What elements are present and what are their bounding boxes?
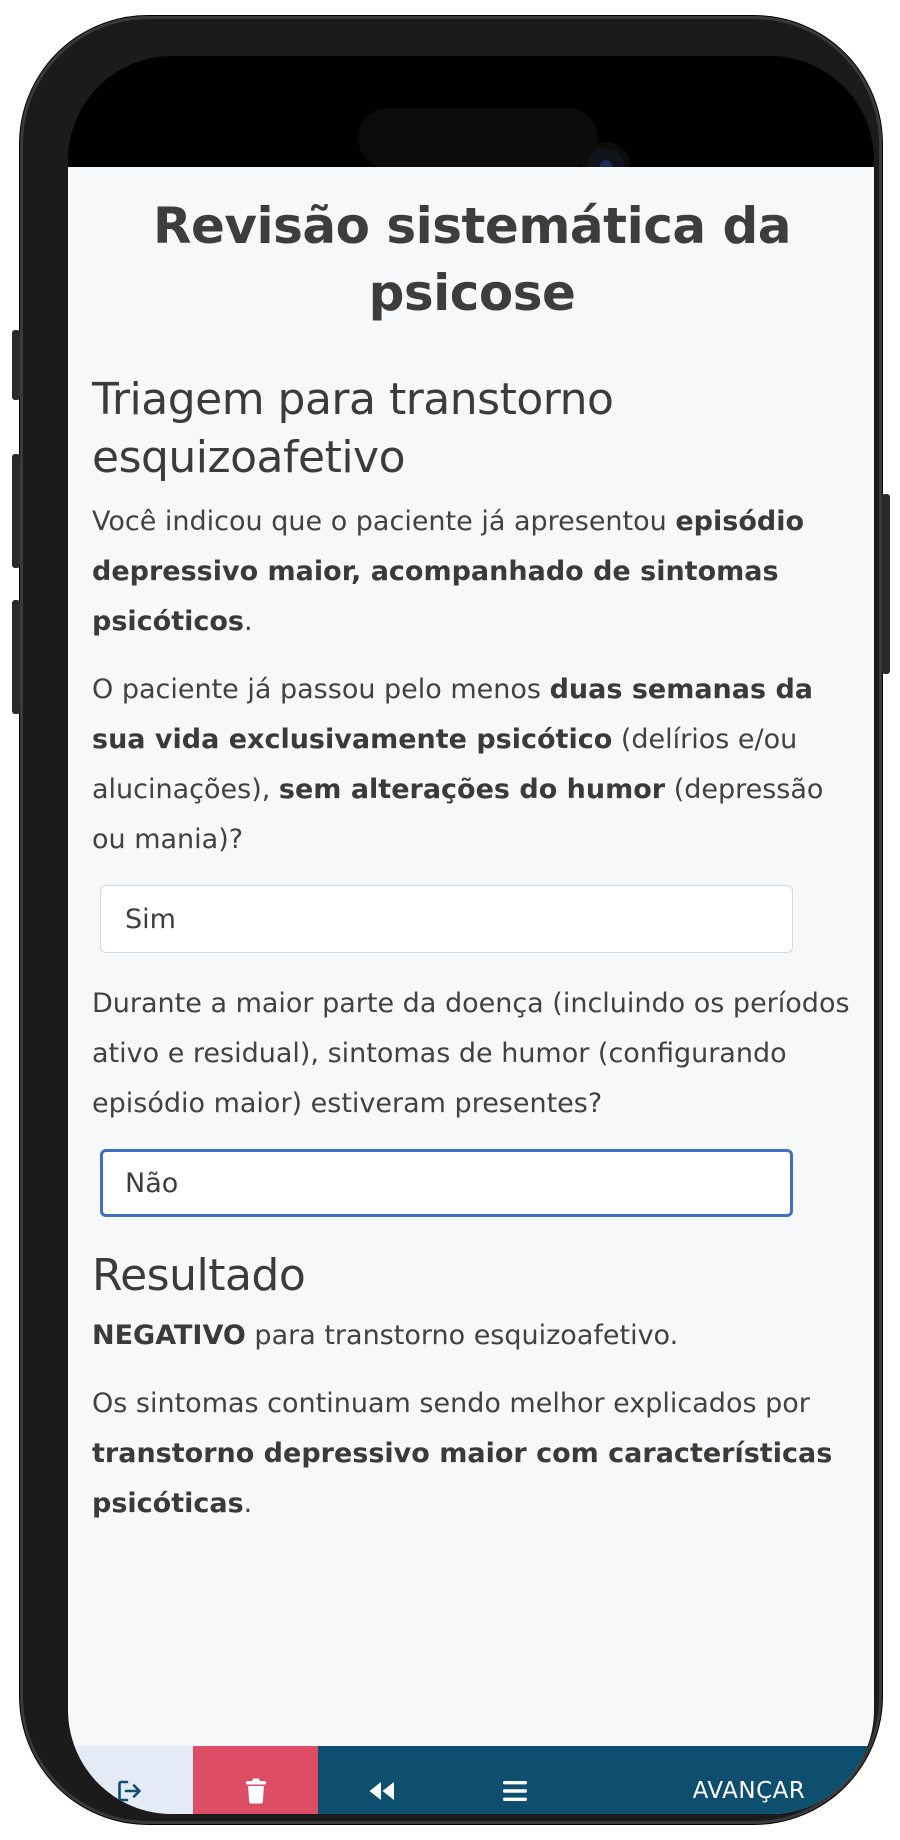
question-1-select[interactable]: Sim: [100, 885, 793, 953]
menu-button[interactable]: [446, 1746, 584, 1814]
trash-icon: [245, 1778, 266, 1803]
content: Revisão sistemática da psicose Triagem p…: [68, 167, 874, 1529]
result-summary: NEGATIVO para transtorno esquizoafetivo.: [92, 1311, 852, 1361]
page-title: Revisão sistemática da psicose: [152, 197, 792, 322]
rewind-icon: [369, 1781, 394, 1800]
question-1-part: O paciente já passou pelo menos: [92, 674, 550, 705]
back-button[interactable]: [318, 1746, 446, 1814]
question-1-bold: sem alterações do humor: [278, 774, 666, 805]
result-explanation: Os sintomas continuam sendo melhor expli…: [92, 1379, 852, 1529]
side-button-volume-down: [12, 600, 20, 714]
result-status: NEGATIVO: [92, 1320, 246, 1351]
exit-icon: [117, 1780, 141, 1801]
result-explanation-part: .: [243, 1488, 253, 1519]
result-summary-part: para transtorno esquizoafetivo.: [245, 1320, 679, 1351]
side-button-power: [882, 494, 890, 674]
dynamic-island: [358, 108, 598, 168]
result-explanation-part: Os sintomas continuam sendo melhor expli…: [92, 1388, 810, 1419]
section-title: Triagem para transtorno esquizoafetivo: [92, 374, 614, 483]
question-2-text: Durante a maior parte da doença (incluin…: [92, 988, 850, 1119]
side-button-silent: [12, 330, 20, 400]
app-view: Revisão sistemática da psicose Triagem p…: [68, 167, 874, 1814]
phone-frame: Revisão sistemática da psicose Triagem p…: [12, 16, 890, 1824]
intro-text-part: .: [244, 606, 253, 637]
question-2-selected-value: Não: [125, 1167, 179, 1199]
question-2-select[interactable]: Não: [100, 1149, 793, 1217]
menu-icon: [503, 1780, 527, 1801]
result-diagnosis: transtorno depressivo maior com caracter…: [92, 1438, 833, 1519]
bottom-toolbar: AVANÇAR: [68, 1746, 874, 1814]
result-title: Resultado: [92, 1250, 306, 1301]
delete-button[interactable]: [193, 1746, 318, 1814]
question-1-selected-value: Sim: [125, 903, 176, 935]
side-button-volume-up: [12, 454, 20, 568]
question-1-text: O paciente já passou pelo menos duas sem…: [92, 665, 852, 865]
next-button[interactable]: AVANÇAR: [584, 1746, 874, 1814]
intro-text: Você indicou que o paciente já apresento…: [92, 497, 852, 647]
screen: Revisão sistemática da psicose Triagem p…: [68, 56, 874, 1814]
exit-button[interactable]: [68, 1746, 193, 1814]
intro-text-part: Você indicou que o paciente já apresento…: [92, 506, 676, 537]
